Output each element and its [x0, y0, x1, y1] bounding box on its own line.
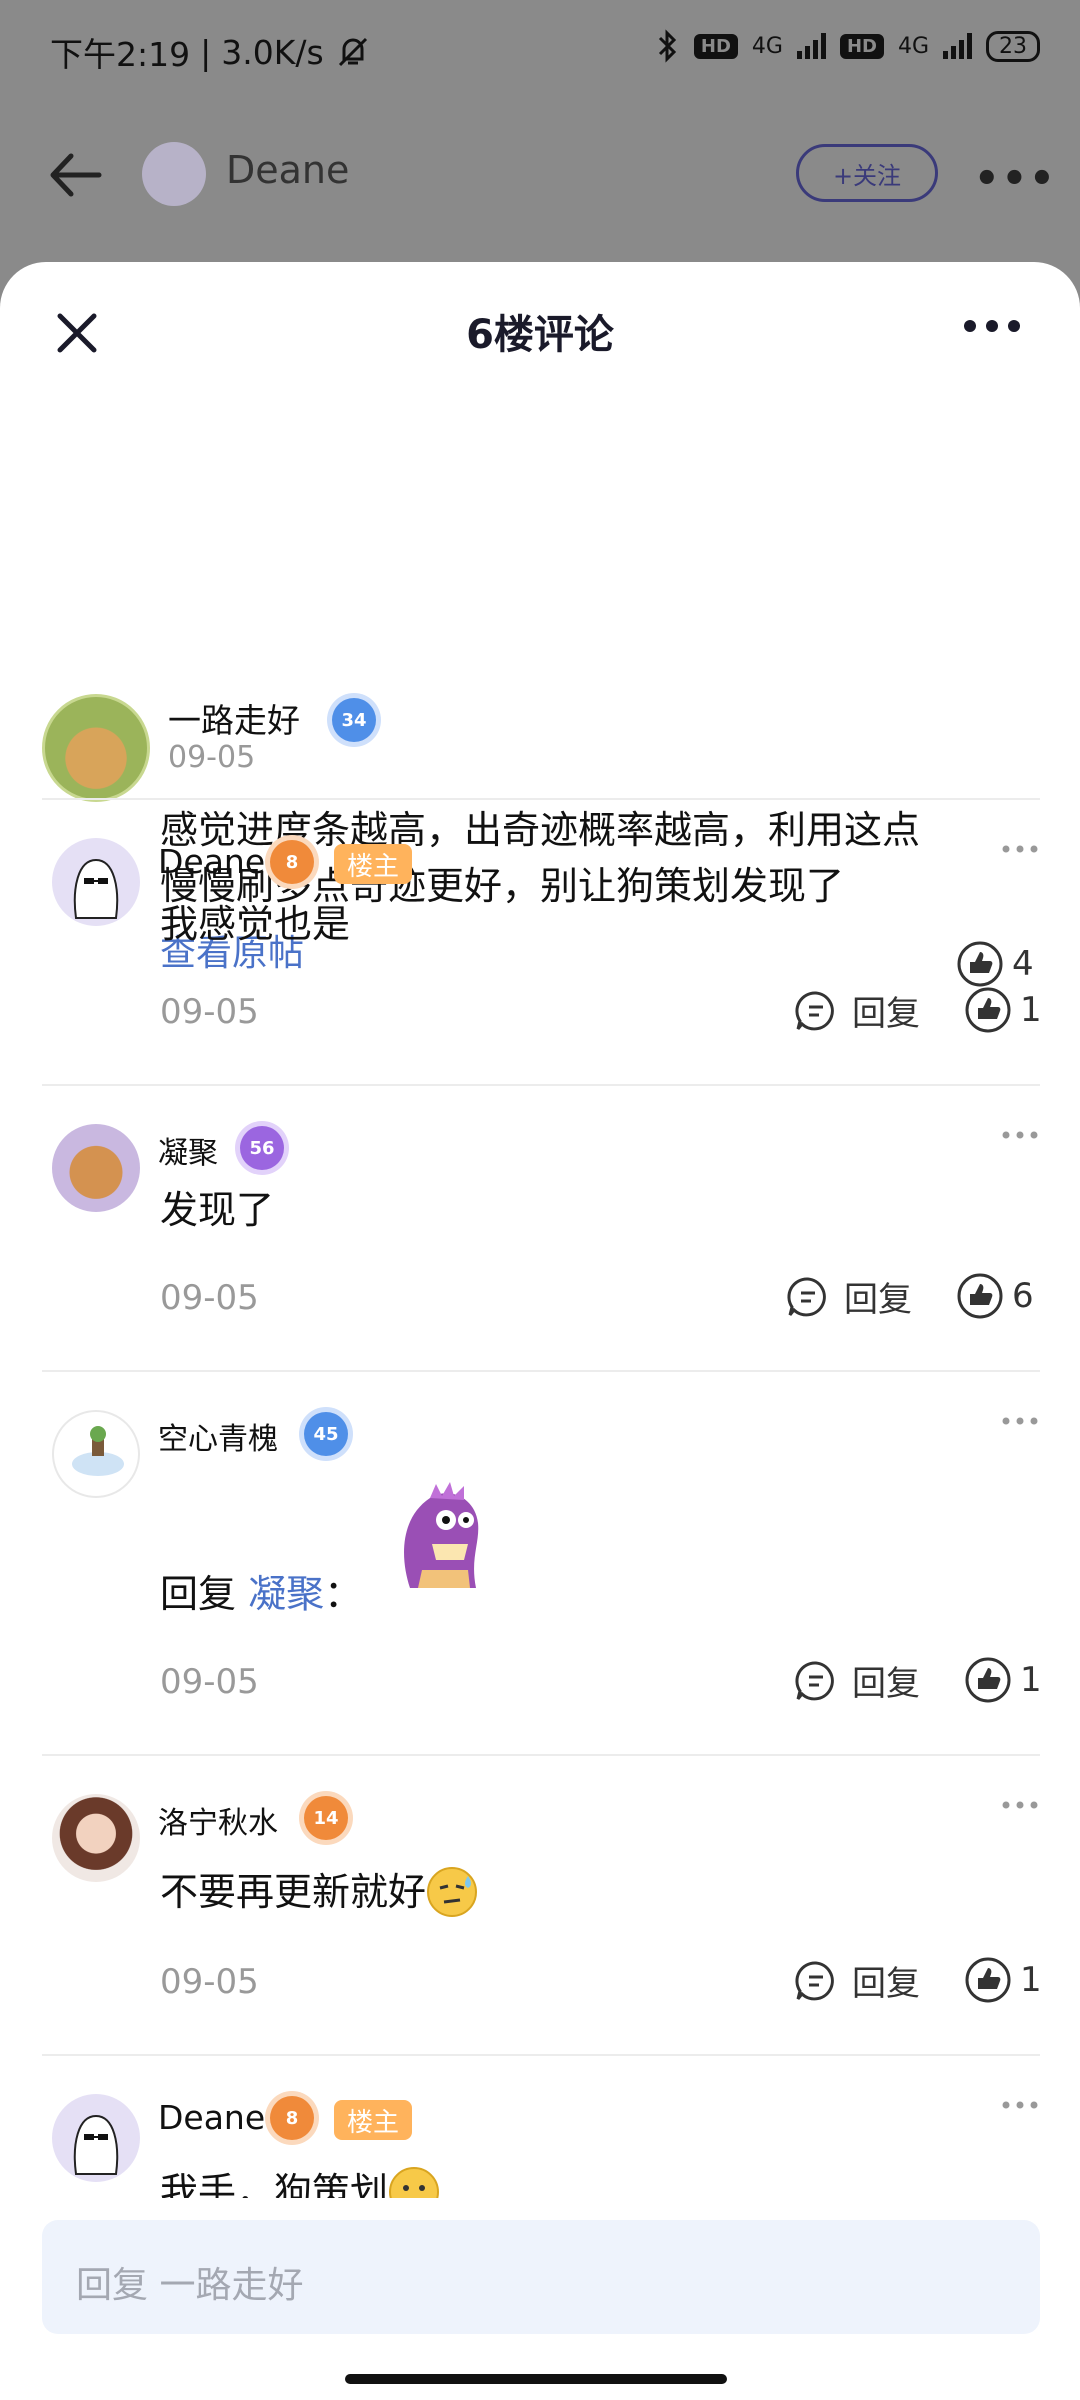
level-badge: 8: [270, 2096, 314, 2140]
thinking-emoji-icon: [389, 2167, 440, 2198]
owner-badge: 楼主: [334, 2100, 412, 2140]
comment-author-name[interactable]: Deane: [158, 2098, 265, 2137]
reply-input-placeholder: 回复 一路走好: [76, 2265, 304, 2306]
more-dots-icon[interactable]: [1000, 2098, 1040, 2112]
list-item: Deane 8 楼主 我手，狗策划: [0, 0, 1080, 2198]
reply-input[interactable]: 回复 一路走好: [42, 2220, 1040, 2334]
ghost-avatar-icon: [73, 2114, 119, 2175]
avatar[interactable]: [52, 2094, 140, 2182]
comment-text-body: 我手，狗策划: [160, 2170, 389, 2198]
comment-text: 我手，狗策划: [160, 2164, 440, 2198]
home-indicator[interactable]: [345, 2374, 727, 2384]
